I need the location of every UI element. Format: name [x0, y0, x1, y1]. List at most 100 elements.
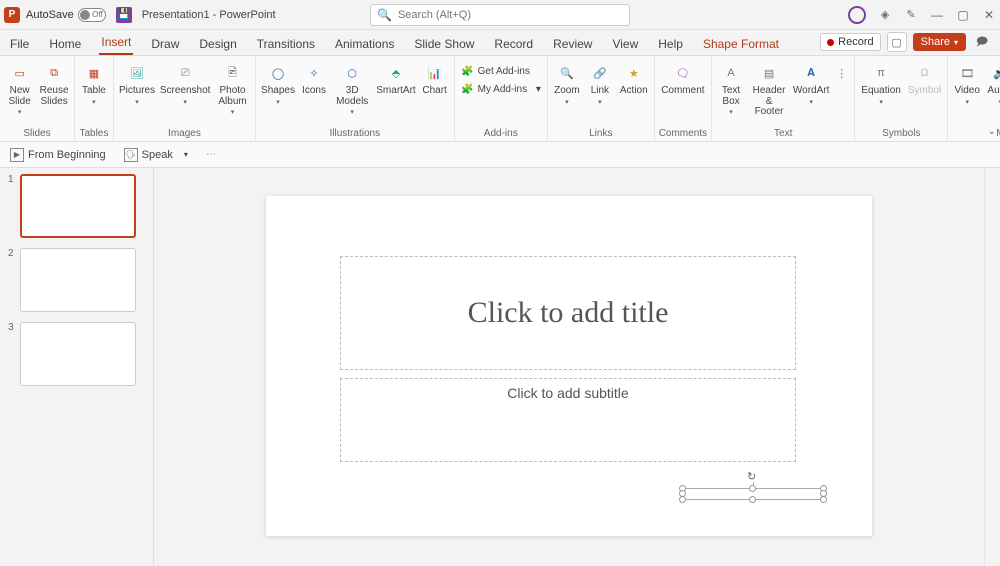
- share-button[interactable]: Share▾: [913, 33, 966, 51]
- group-comments-label: Comments: [659, 128, 707, 141]
- minimize-button[interactable]: —: [930, 8, 944, 22]
- diamond-icon[interactable]: ◈: [878, 8, 892, 22]
- resize-handle-w[interactable]: [679, 490, 686, 497]
- autosave-toggle[interactable]: Off: [78, 8, 106, 22]
- tab-insert[interactable]: Insert: [99, 31, 133, 55]
- tab-shape-format[interactable]: Shape Format: [701, 33, 781, 55]
- slide[interactable]: Click to add title Click to add subtitle: [266, 196, 872, 536]
- selected-shape[interactable]: [682, 486, 824, 500]
- overflow-button[interactable]: ⋯: [206, 149, 216, 160]
- shapes-button[interactable]: ◯Shapes▾: [260, 60, 296, 108]
- new-slide-button[interactable]: ▭NewSlide ▾: [4, 60, 35, 119]
- screenshot-button[interactable]: ⎚Screenshot▾: [159, 60, 211, 108]
- action-button[interactable]: ★Action: [618, 60, 650, 98]
- table-button[interactable]: ▦Table▾: [79, 60, 109, 108]
- group-tables: ▦Table▾ Tables: [75, 56, 114, 141]
- app-icon: P: [4, 7, 20, 23]
- link-label: Link: [591, 85, 609, 96]
- comment-button[interactable]: 🗨Comment: [659, 60, 706, 98]
- search-icon: 🔍: [377, 8, 392, 22]
- main-area: 1 2 3 Click to add title Click to add su…: [0, 168, 1000, 566]
- video-label: Video: [955, 85, 980, 96]
- speak-label: Speak: [142, 149, 173, 161]
- link-button[interactable]: 🔗Link▾: [585, 60, 615, 108]
- smartart-button[interactable]: ⬘SmartArt: [375, 60, 416, 98]
- video-button[interactable]: 🎞Video▾: [952, 60, 982, 108]
- vertical-scrollbar[interactable]: [984, 168, 1000, 566]
- slide-canvas-area[interactable]: Click to add title Click to add subtitle: [154, 168, 984, 566]
- pictures-button[interactable]: 🖼Pictures▾: [118, 60, 156, 108]
- tab-transitions[interactable]: Transitions: [255, 33, 317, 55]
- subtitle-placeholder[interactable]: Click to add subtitle: [340, 378, 796, 462]
- close-button[interactable]: ✕: [982, 8, 996, 22]
- from-beginning-button[interactable]: ▶From Beginning: [10, 148, 106, 162]
- table-label: Table: [82, 85, 106, 96]
- selection-box[interactable]: [682, 488, 824, 500]
- group-media-label: Media: [996, 128, 1000, 141]
- get-addins-button[interactable]: 🧩Get Add-ins: [459, 63, 543, 79]
- rotate-handle[interactable]: [747, 470, 759, 482]
- equation-button[interactable]: πEquation▾: [859, 60, 902, 108]
- zoom-button[interactable]: 🔍Zoom▾: [552, 60, 582, 108]
- screenshot-label: Screenshot: [160, 85, 211, 96]
- text-more-button[interactable]: ⋮: [833, 60, 850, 86]
- group-symbols-label: Symbols: [882, 128, 920, 141]
- resize-handle-sw[interactable]: [679, 496, 686, 503]
- sub-ribbon: ▶From Beginning 🗣Speak ▾ ⋯: [0, 142, 1000, 168]
- collapse-ribbon-button[interactable]: ⌄: [988, 126, 996, 137]
- group-symbols: πEquation▾ ΩSymbol Symbols: [855, 56, 948, 141]
- resize-handle-n[interactable]: [749, 485, 756, 492]
- group-images-label: Images: [168, 128, 201, 141]
- search-input[interactable]: [398, 9, 623, 21]
- tab-slideshow[interactable]: Slide Show: [412, 33, 476, 55]
- record-button[interactable]: Record: [820, 33, 880, 51]
- chart-button[interactable]: 📊Chart: [420, 60, 450, 98]
- maximize-button[interactable]: ▢: [956, 8, 970, 22]
- tab-review[interactable]: Review: [551, 33, 594, 55]
- save-icon[interactable]: 💾: [116, 7, 132, 23]
- search-box[interactable]: 🔍: [370, 4, 630, 26]
- photo-album-label: PhotoAlbum: [218, 85, 246, 107]
- tab-help[interactable]: Help: [656, 33, 685, 55]
- thumbnail-pane[interactable]: 1 2 3: [0, 168, 154, 566]
- tab-home[interactable]: Home: [47, 33, 83, 55]
- comments-pane-button[interactable]: 🗩: [972, 32, 992, 52]
- resize-handle-se[interactable]: [820, 496, 827, 503]
- title-bar: P AutoSave Off 💾 Presentation1 - PowerPo…: [0, 0, 1000, 30]
- autosave-state: Off: [92, 10, 103, 19]
- thumb-3-number: 3: [8, 322, 16, 386]
- autosave-label: AutoSave: [26, 9, 74, 21]
- wordart-button[interactable]: 𝐀WordArt▾: [792, 60, 830, 108]
- tab-draw[interactable]: Draw: [149, 33, 181, 55]
- symbol-button[interactable]: ΩSymbol: [906, 60, 943, 98]
- thumb-2[interactable]: [20, 248, 136, 312]
- thumb-1[interactable]: [20, 174, 136, 238]
- chevron-down-icon: ▾: [184, 150, 188, 159]
- resize-handle-s[interactable]: [749, 496, 756, 503]
- my-addins-label: My Add-ins: [478, 84, 527, 95]
- tab-view[interactable]: View: [610, 33, 640, 55]
- reuse-slides-button[interactable]: ⧉ReuseSlides: [38, 60, 70, 108]
- my-addins-button[interactable]: 🧩My Add-ins ▾: [459, 81, 543, 97]
- autosave[interactable]: AutoSave Off: [26, 8, 106, 22]
- icons-button[interactable]: ✧Icons: [299, 60, 329, 98]
- group-images: 🖼Pictures▾ ⎚Screenshot▾ 🖻PhotoAlbum ▾ Im…: [114, 56, 256, 141]
- ribbon-insert: ▭NewSlide ▾ ⧉ReuseSlides Slides ▦Table▾ …: [0, 56, 1000, 142]
- pen-icon[interactable]: ✎: [904, 8, 918, 22]
- photo-album-button[interactable]: 🖻PhotoAlbum ▾: [214, 60, 251, 119]
- present-button[interactable]: ▢: [887, 32, 907, 52]
- group-illustrations: ◯Shapes▾ ✧Icons ⬡3DModels ▾ ⬘SmartArt 📊C…: [256, 56, 455, 141]
- user-avatar[interactable]: [848, 6, 866, 24]
- audio-button[interactable]: 🔊Audio▾: [985, 60, 1000, 108]
- 3d-models-button[interactable]: ⬡3DModels ▾: [332, 60, 372, 119]
- thumb-3[interactable]: [20, 322, 136, 386]
- speak-button[interactable]: 🗣Speak ▾: [124, 148, 188, 162]
- title-placeholder[interactable]: Click to add title: [340, 256, 796, 370]
- tab-record[interactable]: Record: [492, 33, 535, 55]
- header-footer-button[interactable]: ▤Header& Footer: [749, 60, 789, 119]
- textbox-button[interactable]: ATextBox▾: [716, 60, 746, 119]
- tab-file[interactable]: File: [8, 33, 31, 55]
- equation-label: Equation: [861, 85, 900, 96]
- tab-animations[interactable]: Animations: [333, 33, 396, 55]
- tab-design[interactable]: Design: [197, 33, 238, 55]
